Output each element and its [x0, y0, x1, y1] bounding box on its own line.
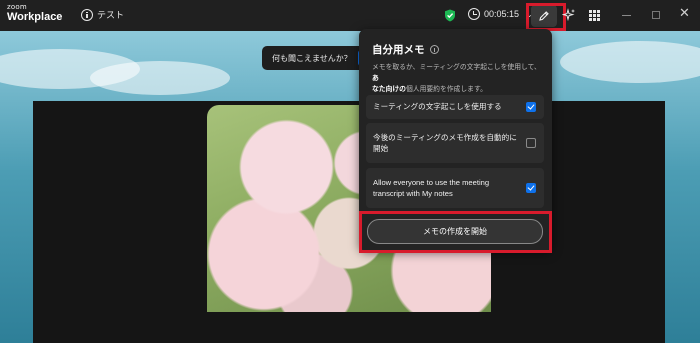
option-label: 今後のミーティングのメモ作成を自動的に開始 — [373, 132, 517, 154]
desc-text: メモを取るか、ミーティングの文字起こしを使用して、 — [372, 64, 541, 71]
panel-title: 自分用メモ — [372, 44, 425, 56]
logo-workplace-text: Workplace — [7, 11, 63, 23]
maximize-button[interactable] — [652, 11, 660, 19]
start-notes-button[interactable]: メモの作成を開始 — [367, 219, 543, 244]
checkbox-unchecked[interactable] — [526, 138, 536, 148]
audio-help-text: 何も聞こえませんか？ — [272, 53, 352, 63]
audio-help-banner[interactable]: 何も聞こえませんか？ 右 — [262, 46, 372, 70]
panel-description: メモを取るか、ミーティングの文字起こしを使用して、あなた向けの個人用要約を作成し… — [372, 62, 546, 95]
option-use-transcript[interactable]: ミーティングの文字起こしを使用する — [366, 95, 544, 119]
clock-icon — [468, 8, 480, 20]
timer-text: 00:05:15 — [484, 9, 520, 19]
meeting-info[interactable]: テスト — [81, 8, 124, 21]
background-cloud — [560, 41, 700, 83]
background-cloud — [90, 61, 230, 95]
info-icon — [81, 8, 93, 21]
title-bar: zoom Workplace テスト 00:05:15 ⌄ ✕ — [0, 0, 700, 31]
notes-button-highlight — [526, 3, 566, 31]
logo-zoom-text: zoom — [7, 3, 27, 11]
meeting-timer[interactable]: 00:05:15 ⌄ — [468, 8, 533, 20]
minimize-button[interactable] — [622, 15, 631, 16]
option-auto-start[interactable]: 今後のミーティングのメモ作成を自動的に開始 — [366, 123, 544, 163]
desc-bold-1: あ — [372, 75, 379, 82]
sparkle-icon[interactable] — [562, 8, 576, 22]
close-icon[interactable]: ✕ — [679, 6, 690, 21]
desc-bold-2: なた向けの — [372, 86, 406, 93]
panel-header: 自分用メモ — [372, 42, 439, 57]
option-label: Allow everyone to use the meeting transc… — [373, 177, 490, 199]
option-allow-everyone[interactable]: Allow everyone to use the meeting transc… — [366, 168, 544, 208]
option-label: ミーティングの文字起こしを使用する — [373, 102, 502, 112]
checkbox-checked[interactable] — [526, 183, 536, 193]
shield-icon[interactable] — [444, 9, 456, 22]
desc-text-2: 個人用要約を作成します。 — [405, 86, 487, 93]
meeting-title: テスト — [97, 10, 125, 20]
info-icon[interactable] — [429, 45, 439, 54]
checkbox-checked[interactable] — [526, 102, 536, 112]
zoom-workplace-logo: zoom Workplace — [7, 4, 62, 23]
grid-icon[interactable] — [589, 10, 600, 21]
